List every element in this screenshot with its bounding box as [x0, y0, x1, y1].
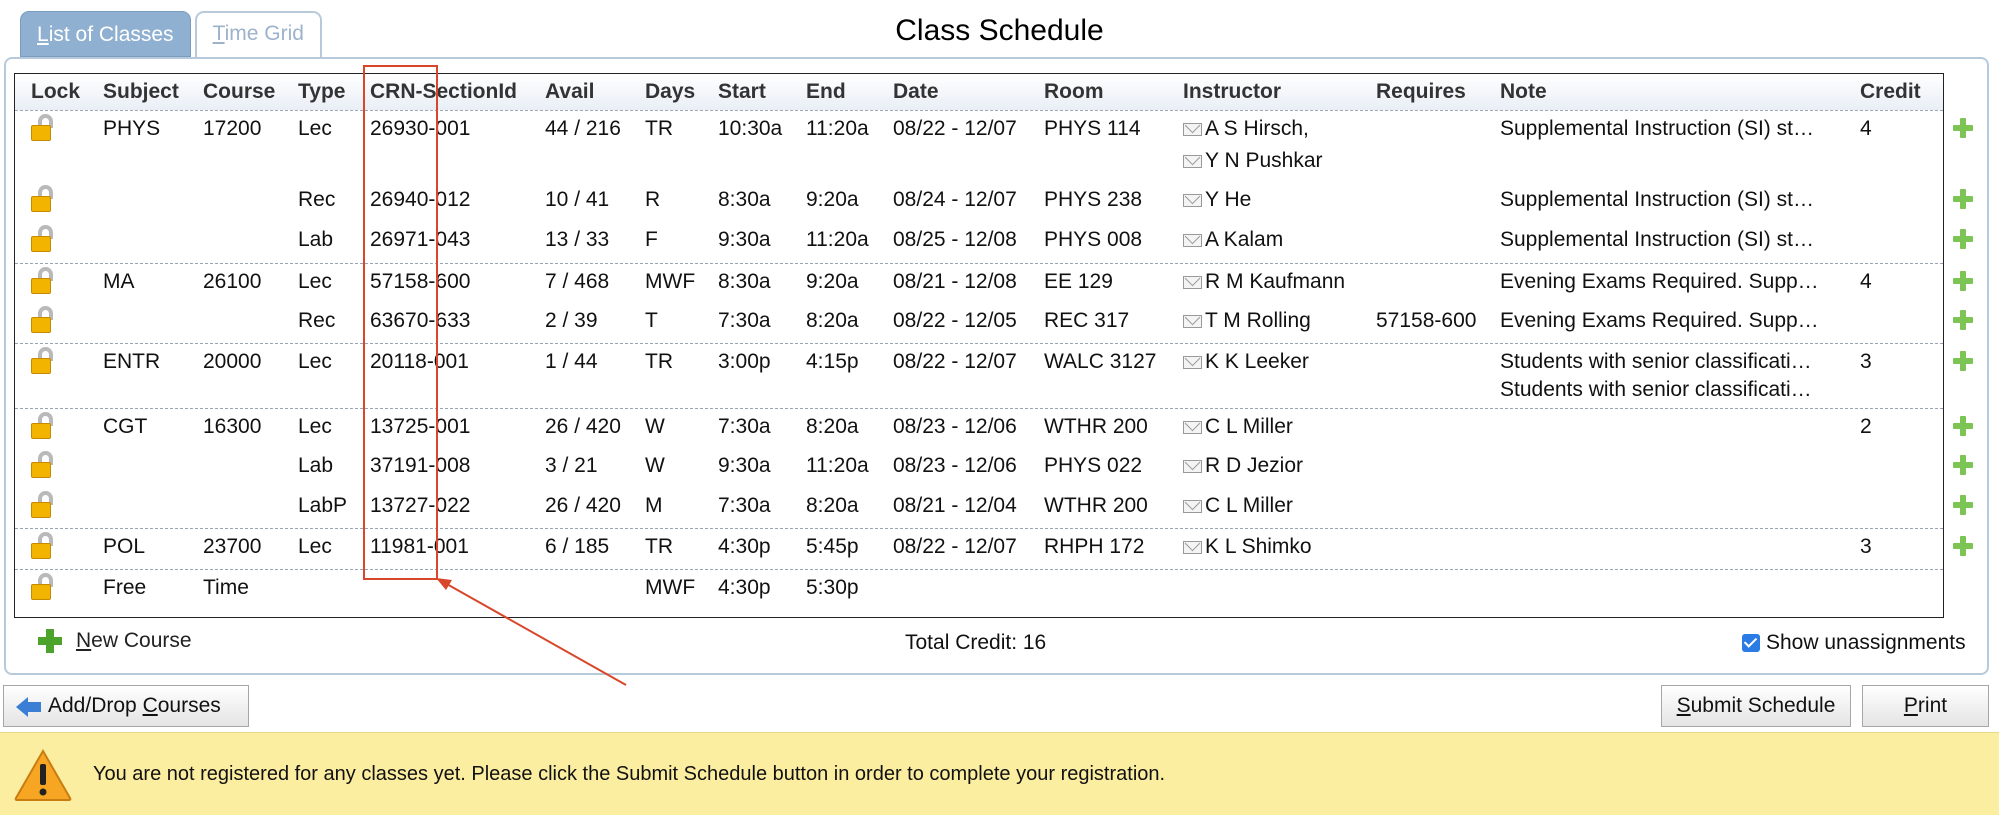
annotation-arrow — [436, 578, 627, 686]
